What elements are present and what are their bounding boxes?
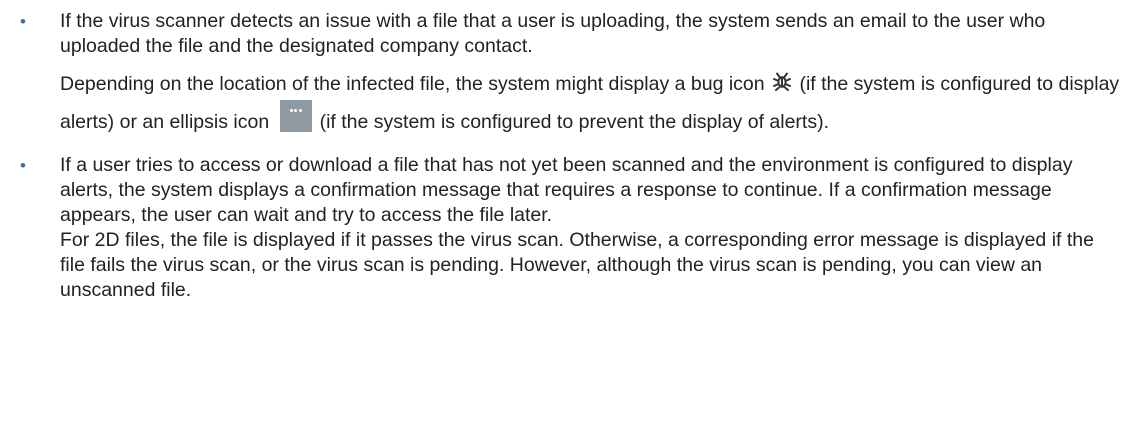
bullet-icon: • [20,12,26,31]
text-after-ellipsis-icon: (if the system is configured to prevent … [319,111,829,133]
bullet-list: • If the virus scanner detects an issue … [20,9,1121,303]
paragraph-2d-files: For 2D files, the file is displayed if i… [60,229,1094,301]
bullet-icon: • [20,156,26,175]
document-body: • If the virus scanner detects an issue … [0,0,1141,442]
paragraph-unscanned-access: If a user tries to access or download a … [60,154,1073,226]
text-before-bug-icon: Depending on the location of the infecte… [60,73,765,95]
list-item-virus-detected: • If the virus scanner detects an issue … [20,9,1121,138]
ellipsis-icon [279,100,312,132]
paragraph-icon-display: Depending on the location of the infecte… [60,68,1121,138]
bug-icon [772,69,792,91]
list-item-unscanned-file: • If a user tries to access or download … [20,153,1121,303]
paragraph-upload-issue: If the virus scanner detects an issue wi… [60,10,1046,57]
